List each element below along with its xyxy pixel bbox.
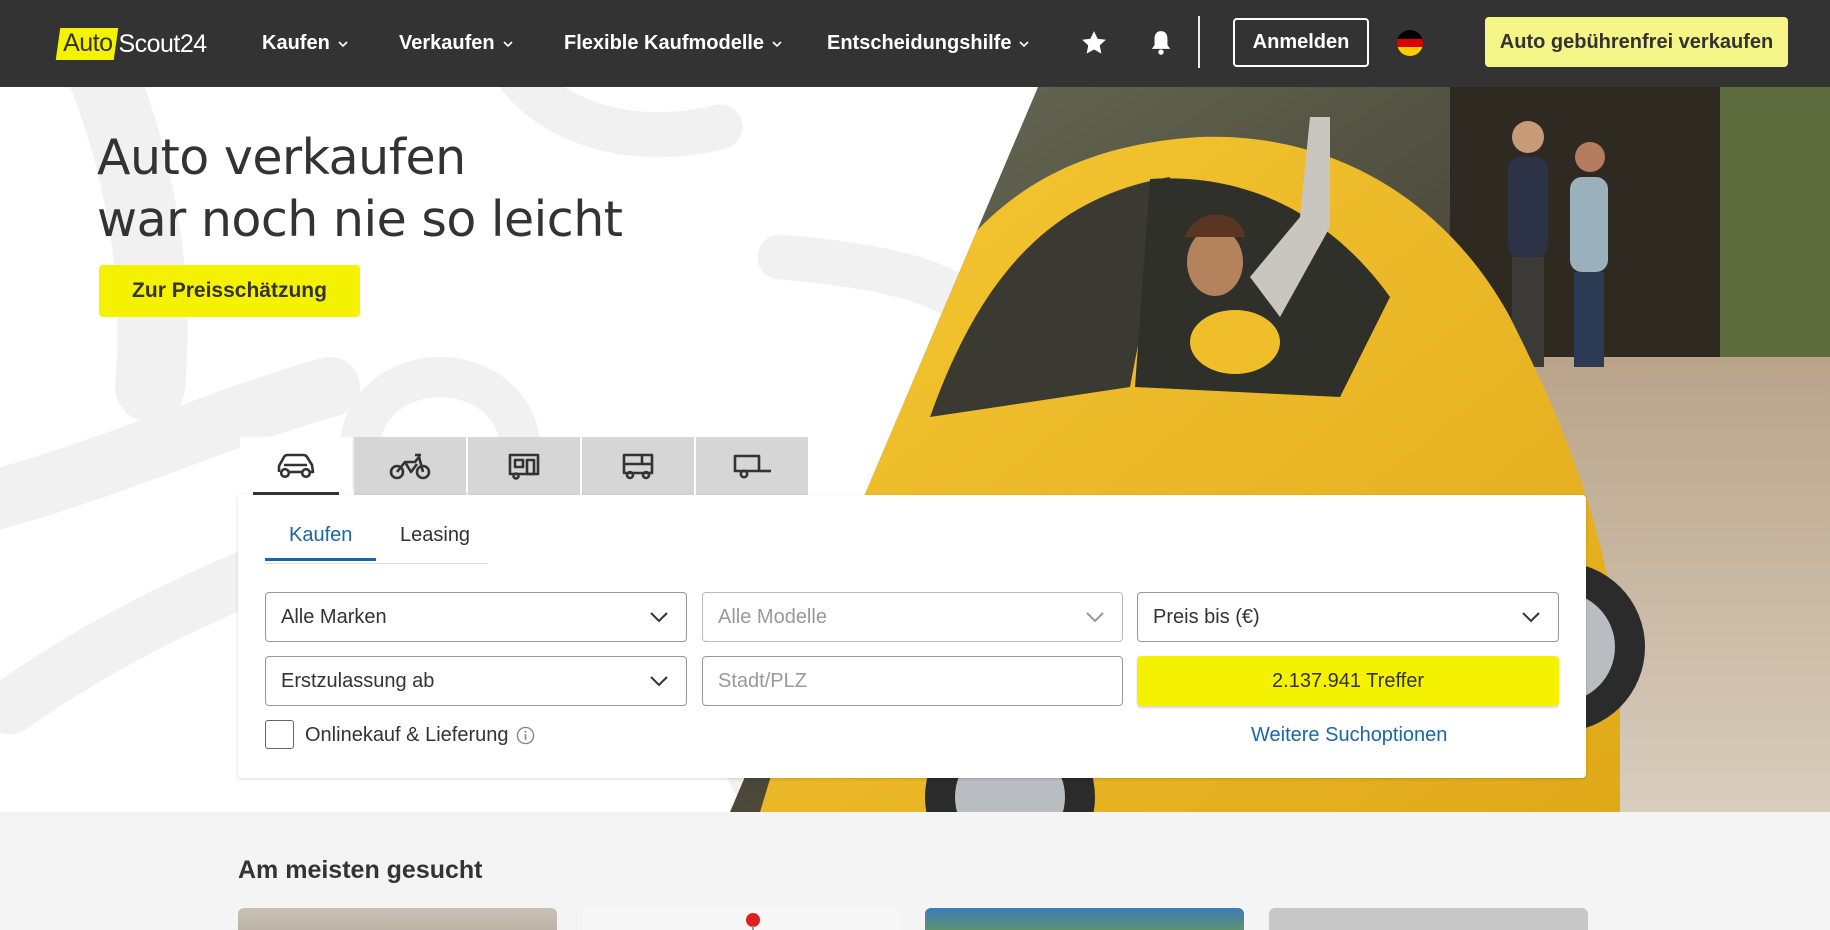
most-searched-card-1[interactable] bbox=[238, 908, 557, 930]
vehicle-type-tabs bbox=[240, 437, 810, 495]
location-input-placeholder: Stadt/PLZ bbox=[718, 669, 807, 692]
most-searched-card-4[interactable] bbox=[1269, 908, 1588, 930]
favorites-star-icon[interactable] bbox=[1077, 26, 1111, 60]
login-button[interactable]: Anmelden bbox=[1233, 18, 1369, 67]
tab-leasing[interactable]: Leasing bbox=[376, 520, 494, 561]
nav-verkaufen[interactable]: Verkaufen bbox=[399, 0, 513, 87]
nav-entscheidungshilfe-label: Entscheidungshilfe bbox=[827, 32, 1012, 54]
chevron-down-icon bbox=[772, 40, 782, 47]
logo-auto-text: Auto bbox=[63, 29, 113, 57]
vehicle-tab-motorbike[interactable] bbox=[354, 437, 466, 495]
chevron-down-icon bbox=[650, 612, 668, 623]
notifications-bell-icon[interactable] bbox=[1144, 26, 1178, 60]
nav-kaufen[interactable]: Kaufen bbox=[262, 0, 348, 87]
germany-flag-icon[interactable] bbox=[1397, 30, 1423, 56]
caravan-icon bbox=[508, 453, 540, 480]
first-registration-select-value: Erstzulassung ab bbox=[281, 669, 435, 692]
first-registration-select[interactable]: Erstzulassung ab bbox=[265, 656, 687, 706]
online-purchase-checkbox[interactable] bbox=[265, 720, 294, 749]
tabs-underline bbox=[265, 563, 488, 564]
nav-entscheidungshilfe[interactable]: Entscheidungshilfe bbox=[827, 0, 1030, 87]
search-form: Kaufen Leasing Alle Marken Alle Modelle … bbox=[238, 495, 1586, 778]
nav-kaufen-label: Kaufen bbox=[262, 32, 330, 54]
nav-flexible-kaufmodelle[interactable]: Flexible Kaufmodelle bbox=[564, 0, 782, 87]
show-results-button[interactable]: 2.137.941 Treffer bbox=[1137, 656, 1559, 706]
model-select[interactable]: Alle Modelle bbox=[702, 592, 1123, 642]
chevron-down-icon bbox=[650, 676, 668, 687]
price-select-value: Preis bis (€) bbox=[1153, 605, 1260, 628]
chevron-down-icon bbox=[1019, 40, 1030, 47]
model-select-value: Alle Modelle bbox=[718, 605, 827, 628]
most-searched-card-3[interactable] bbox=[925, 908, 1244, 930]
online-purchase-label: Onlinekauf & Lieferung bbox=[305, 724, 509, 746]
logo-auto-part: Auto bbox=[55, 28, 119, 60]
map-pin-icon bbox=[746, 913, 760, 930]
vehicle-tab-truck[interactable] bbox=[582, 437, 694, 495]
top-navigation-bar: Auto Scout24 Kaufen Verkaufen Flexible K… bbox=[0, 0, 1830, 87]
tab-kaufen[interactable]: Kaufen bbox=[265, 520, 377, 561]
vehicle-tab-trailer[interactable] bbox=[696, 437, 808, 495]
sell-car-free-button[interactable]: Auto gebührenfrei verkaufen bbox=[1485, 17, 1788, 67]
make-select[interactable]: Alle Marken bbox=[265, 592, 687, 642]
nav-verkaufen-label: Verkaufen bbox=[399, 32, 495, 54]
info-icon[interactable] bbox=[516, 726, 535, 745]
most-searched-heading: Am meisten gesucht bbox=[238, 856, 483, 884]
logo-scout-text: Scout24 bbox=[118, 29, 207, 58]
header-divider bbox=[1198, 16, 1200, 68]
chevron-down-icon bbox=[1522, 612, 1540, 623]
price-select[interactable]: Preis bis (€) bbox=[1137, 592, 1559, 642]
vehicle-tab-car[interactable] bbox=[240, 437, 352, 495]
chevron-down-icon bbox=[338, 40, 348, 47]
hero-headline: Auto verkaufen war noch nie so leicht bbox=[97, 127, 623, 251]
vehicle-tab-caravan[interactable] bbox=[468, 437, 580, 495]
autoscout24-logo[interactable]: Auto Scout24 bbox=[55, 26, 207, 62]
chevron-down-icon bbox=[503, 40, 513, 47]
location-input[interactable]: Stadt/PLZ bbox=[702, 656, 1123, 706]
hero-headline-line1: Auto verkaufen bbox=[97, 129, 466, 186]
motorbike-icon bbox=[389, 453, 431, 480]
chevron-down-icon bbox=[1086, 612, 1104, 623]
price-estimate-button[interactable]: Zur Preisschätzung bbox=[99, 265, 360, 317]
more-search-options-link[interactable]: Weitere Suchoptionen bbox=[1251, 724, 1447, 747]
car-icon bbox=[277, 453, 315, 479]
nav-flexible-kaufmodelle-label: Flexible Kaufmodelle bbox=[564, 32, 765, 54]
truck-icon bbox=[622, 453, 654, 480]
hero-headline-line2: war noch nie so leicht bbox=[97, 191, 623, 248]
trailer-icon bbox=[733, 454, 771, 479]
make-select-value: Alle Marken bbox=[281, 605, 387, 628]
most-searched-card-2[interactable] bbox=[582, 908, 901, 930]
